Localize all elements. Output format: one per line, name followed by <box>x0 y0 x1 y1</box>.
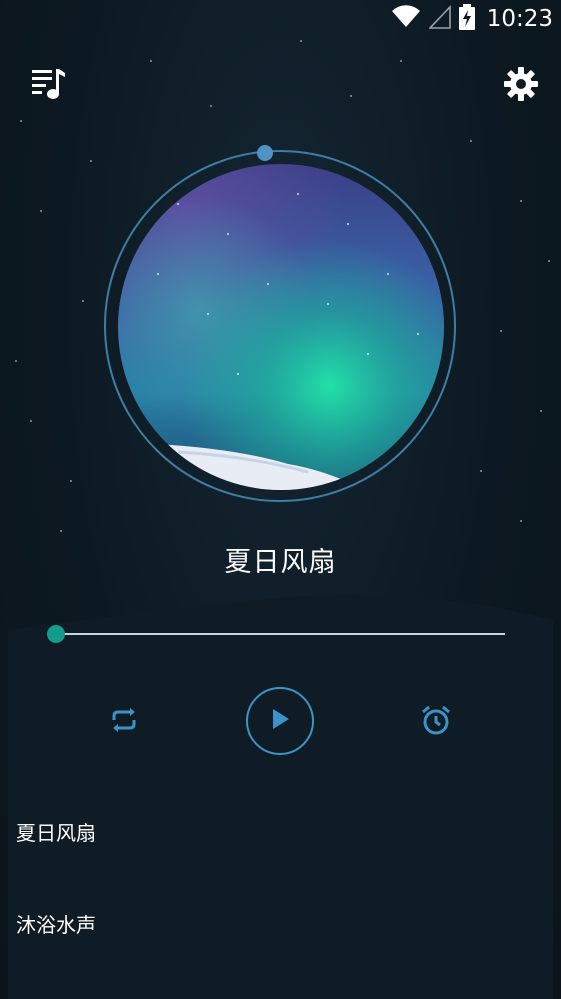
disc-progress-knob[interactable] <box>257 145 273 161</box>
track-list: 夏日风扇 沐浴水声 <box>0 785 561 969</box>
repeat-button[interactable] <box>104 702 144 742</box>
list-item[interactable]: 夏日风扇 <box>0 785 561 877</box>
play-button[interactable] <box>246 687 314 755</box>
album-artwork <box>118 164 444 490</box>
track-label: 沐浴水声 <box>16 912 96 937</box>
status-bar: 10:23 <box>0 0 561 38</box>
progress-bar[interactable] <box>56 633 505 635</box>
track-label: 夏日风扇 <box>16 820 96 845</box>
app-screen: 10:23 夏日风扇 夏日风扇 沐浴水声 <box>0 0 561 999</box>
list-item[interactable]: 沐浴水声 <box>0 877 561 969</box>
cell-signal-icon <box>427 5 451 33</box>
repeat-icon <box>108 706 140 738</box>
battery-charging-icon <box>458 4 475 34</box>
now-playing-title: 夏日风扇 <box>224 547 337 578</box>
gear-icon <box>503 66 539 106</box>
playlist-music-icon <box>30 67 66 105</box>
progress-thumb[interactable] <box>47 625 65 643</box>
alarm-clock-icon <box>420 704 452 740</box>
wifi-icon <box>391 5 421 33</box>
timer-button[interactable] <box>416 702 456 742</box>
play-icon <box>269 707 291 735</box>
playlist-button[interactable] <box>28 66 68 106</box>
status-time: 10:23 <box>486 6 553 32</box>
settings-button[interactable] <box>501 66 541 106</box>
